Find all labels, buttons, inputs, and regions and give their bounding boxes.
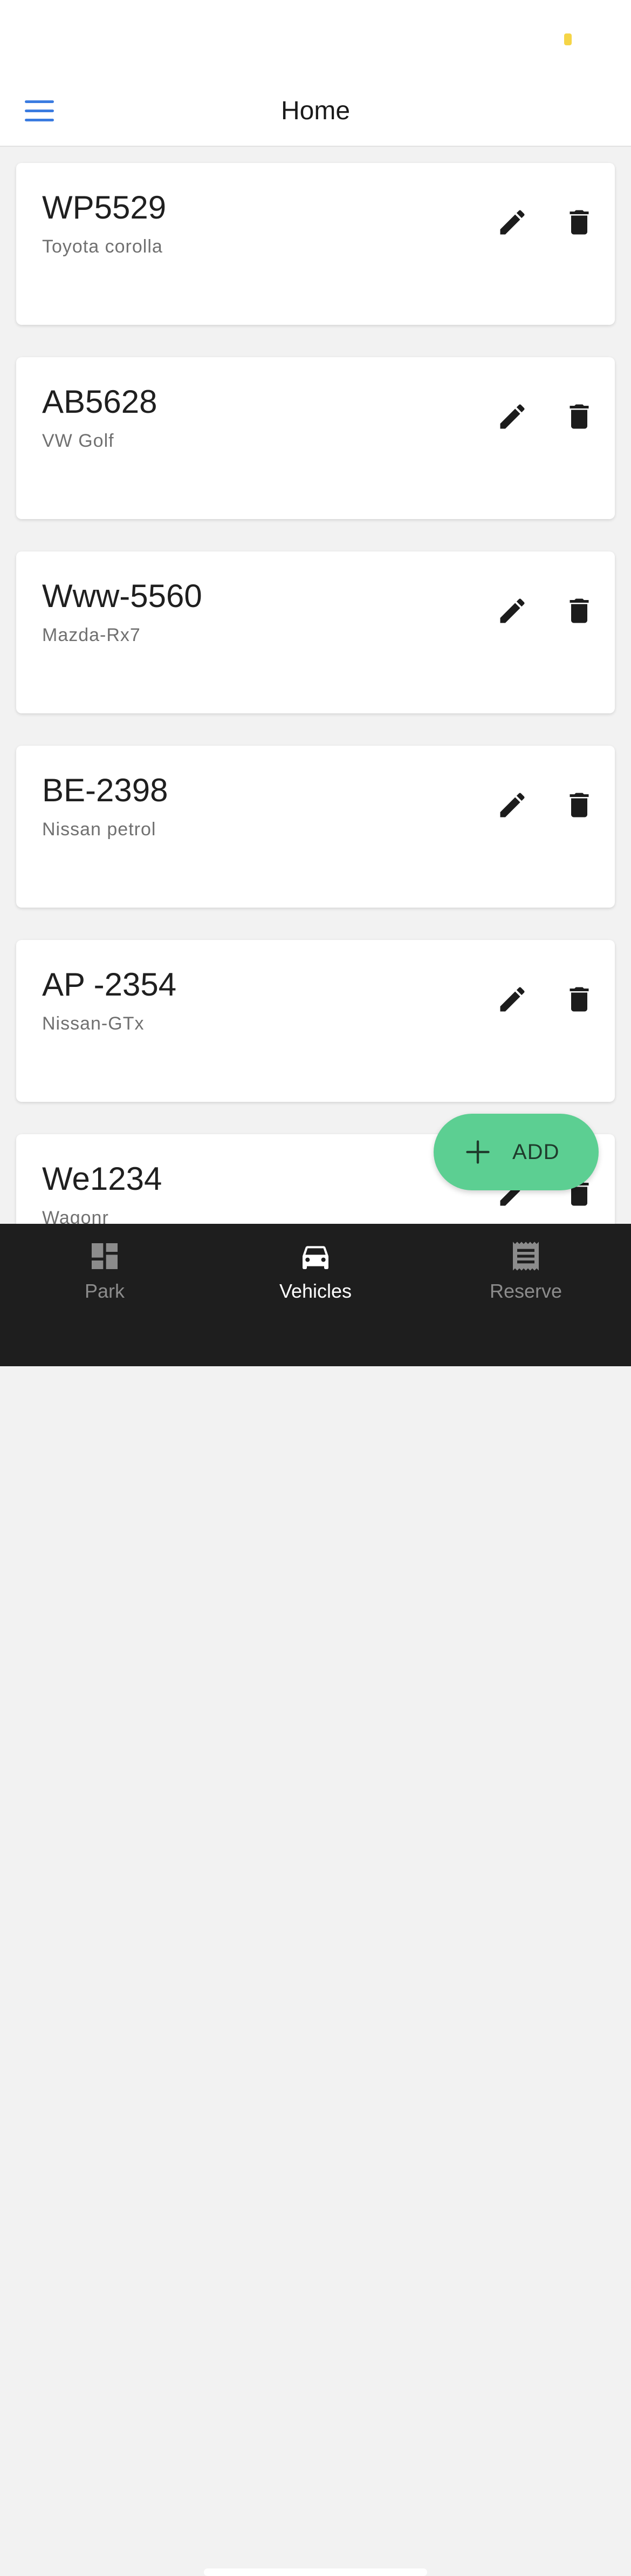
add-vehicle-button[interactable]: ADD	[434, 1114, 599, 1190]
vehicle-model: VW Golf	[42, 431, 114, 451]
vehicle-plate: BE-2398	[42, 772, 168, 808]
vehicle-plate: AB5628	[42, 384, 157, 420]
trash-icon[interactable]	[563, 595, 595, 627]
add-button-label: ADD	[512, 1140, 560, 1164]
vehicle-model: Nissan petrol	[42, 819, 156, 840]
status-bar	[0, 0, 631, 76]
vehicle-card[interactable]: AP -2354 Nissan-GTx	[16, 940, 615, 1102]
trash-icon[interactable]	[563, 206, 595, 238]
tab-label: Reserve	[489, 1280, 563, 1302]
pencil-icon[interactable]	[496, 595, 529, 627]
vehicle-card[interactable]: WP5529 Toyota corolla	[16, 163, 615, 325]
plus-icon	[466, 1140, 490, 1164]
vehicle-model: Toyota corolla	[42, 236, 163, 257]
tab-label: Park	[84, 1280, 125, 1302]
pencil-icon[interactable]	[496, 206, 529, 238]
vehicle-card[interactable]: Www-5560 Mazda-Rx7	[16, 551, 615, 713]
status-indicator-dot	[564, 33, 572, 45]
trash-icon[interactable]	[563, 400, 595, 433]
home-indicator	[204, 2568, 427, 2576]
hamburger-menu-icon[interactable]	[25, 99, 57, 123]
app-header: Home	[0, 76, 631, 147]
page-title: Home	[280, 97, 351, 125]
tab-vehicles[interactable]: Vehicles	[235, 1239, 396, 1314]
vehicle-card[interactable]: AB5628 VW Golf	[16, 357, 615, 519]
vehicle-plate: AP -2354	[42, 966, 177, 1003]
pencil-icon[interactable]	[496, 789, 529, 821]
vehicle-model: Wagonr	[42, 1208, 109, 1224]
vehicle-plate: We1234	[42, 1161, 162, 1197]
tab-label: Vehicles	[279, 1280, 352, 1302]
vehicle-list: WP5529 Toyota corolla AB5628 VW Golf Www…	[0, 147, 631, 1224]
pencil-icon[interactable]	[496, 983, 529, 1016]
trash-icon[interactable]	[563, 983, 595, 1016]
vehicle-card[interactable]: BE-2398 Nissan petrol	[16, 746, 615, 908]
pencil-icon[interactable]	[496, 400, 529, 433]
vehicle-plate: WP5529	[42, 189, 167, 226]
car-icon	[303, 1246, 328, 1269]
tab-reserve[interactable]: Reserve	[445, 1239, 607, 1314]
bottom-tab-bar: Park Vehicles Reserve	[0, 1224, 631, 2576]
vehicle-model: Nissan-GTx	[42, 1013, 145, 1034]
tab-park[interactable]: Park	[24, 1239, 186, 1314]
dashboard-icon	[92, 1243, 118, 1269]
receipt-icon	[513, 1242, 539, 1271]
vehicle-model: Mazda-Rx7	[42, 625, 141, 645]
trash-icon[interactable]	[563, 789, 595, 821]
vehicle-plate: Www-5560	[42, 578, 202, 614]
